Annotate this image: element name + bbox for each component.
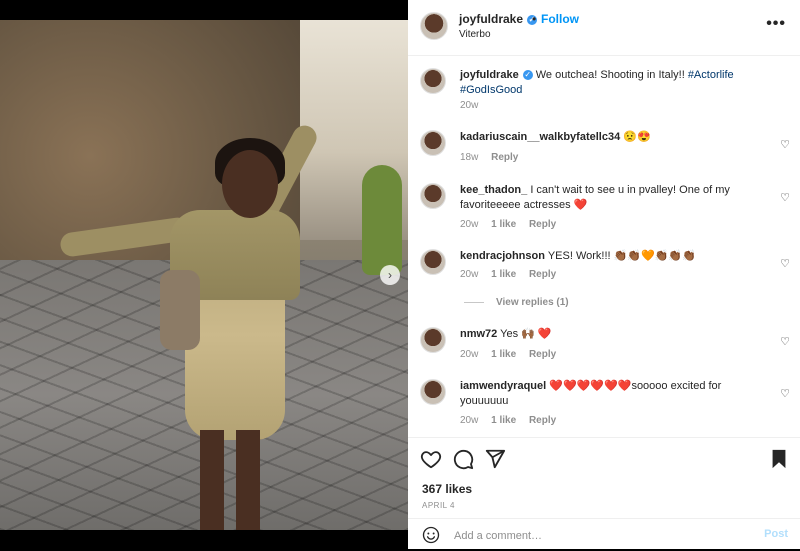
comment-meta: 20w 1 like Reply <box>460 349 566 360</box>
more-options-icon[interactable]: ••• <box>766 15 786 33</box>
post-comment-button[interactable]: Post <box>764 528 788 540</box>
avatar[interactable] <box>420 327 446 353</box>
avatar[interactable] <box>420 249 446 275</box>
comments-list[interactable]: joyfuldrake ✓ We outchea! Shooting in Ita… <box>408 56 800 436</box>
next-photo-button[interactable]: › <box>380 265 400 285</box>
comment-meta: 20w 1 like Reply <box>460 415 566 426</box>
reply-button[interactable]: Reply <box>529 269 556 280</box>
comment-bubble-icon[interactable] <box>452 448 474 470</box>
heart-outline-icon[interactable] <box>420 448 442 470</box>
post-media-pane: › <box>0 0 408 549</box>
photo-person-face <box>222 150 278 218</box>
username-text[interactable]: joyfuldrake <box>459 12 523 26</box>
reply-button[interactable]: Reply <box>529 415 556 426</box>
post-date[interactable]: APRIL 4 <box>422 501 455 510</box>
photo-background-person <box>362 165 402 275</box>
reply-button[interactable]: Reply <box>529 349 556 360</box>
follow-button[interactable]: Follow <box>541 12 579 26</box>
comment-time[interactable]: 18w <box>460 152 478 163</box>
post-header: joyfuldrake ✓ • Follow Viterbo ••• <box>408 0 800 56</box>
comment-meta: 20w 1 like Reply <box>460 219 566 230</box>
comment-username[interactable]: kee_thadon_ <box>460 184 527 196</box>
comment-like-icon[interactable]: ♡ <box>780 335 790 348</box>
post-location[interactable]: Viterbo <box>459 29 491 40</box>
comment-likes-count[interactable]: 1 like <box>491 219 516 230</box>
post-author-username[interactable]: joyfuldrake ✓ <box>459 12 538 26</box>
comment-input[interactable] <box>452 525 736 547</box>
reply-button[interactable]: Reply <box>491 152 518 163</box>
comment-text: iamwendyraquel ❤️❤️❤️❤️❤️❤️sooooo excite… <box>460 379 760 409</box>
comment-like-icon[interactable]: ♡ <box>780 257 790 270</box>
avatar[interactable] <box>420 379 446 405</box>
comment-text: kee_thadon_ I can't wait to see u in pva… <box>460 183 760 213</box>
avatar[interactable] <box>420 130 446 156</box>
comment-text: nmw72 Yes 🙌🏾 ❤️ <box>460 327 760 342</box>
caption-text: joyfuldrake ✓ We outchea! Shooting in Ita… <box>460 68 760 98</box>
comment-username[interactable]: iamwendyraquel <box>460 380 546 392</box>
verified-badge-icon: ✓ <box>522 70 533 81</box>
comment-like-icon[interactable]: ♡ <box>780 138 790 151</box>
comment-meta: 18w Reply <box>460 152 528 163</box>
avatar[interactable] <box>420 183 446 209</box>
bookmark-icon[interactable] <box>768 448 790 470</box>
comment-like-icon[interactable]: ♡ <box>780 191 790 204</box>
photo-person-bag <box>160 270 200 350</box>
hashtag-link[interactable]: #Actorlife <box>688 69 734 81</box>
avatar[interactable] <box>420 68 446 94</box>
photo-person-legs <box>200 430 260 530</box>
caption-body: We outchea! Shooting in Italy!! <box>535 69 688 81</box>
comment-username[interactable]: kendracjohnson <box>460 250 545 262</box>
comment-time[interactable]: 20w <box>460 219 478 230</box>
comment-body: YES! Work!!! 👏🏾👏🏾🧡👏🏾👏🏾👏🏾 <box>547 250 696 262</box>
comment-username[interactable]: kadariuscain__walkbyfatellc34 <box>460 131 620 143</box>
avatar[interactable] <box>420 12 448 40</box>
view-replies-button[interactable]: View replies (1) <box>464 297 569 308</box>
comment-likes-count[interactable]: 1 like <box>491 415 516 426</box>
separator-dot: • <box>532 12 537 26</box>
comment-time[interactable]: 20w <box>460 349 478 360</box>
caption-meta: 20w <box>460 100 488 111</box>
comment-likes-count[interactable]: 1 like <box>491 349 516 360</box>
smiley-icon[interactable] <box>422 526 440 544</box>
comment-likes-count[interactable]: 1 like <box>491 269 516 280</box>
hashtag-link[interactable]: #GodIsGood <box>460 84 522 96</box>
likes-count[interactable]: 367 likes <box>422 482 472 496</box>
add-comment-bar: Post <box>408 518 800 551</box>
comment-time[interactable]: 20w <box>460 415 478 426</box>
post-actions: 367 likes APRIL 4 Post <box>408 437 800 550</box>
comment-text: kadariuscain__walkbyfatellc34 😟😍 <box>460 130 760 145</box>
caption-time[interactable]: 20w <box>460 100 478 111</box>
comment-text: kendracjohnson YES! Work!!! 👏🏾👏🏾🧡👏🏾👏🏾👏🏾 <box>460 249 760 264</box>
comment-time[interactable]: 20w <box>460 269 478 280</box>
reply-button[interactable]: Reply <box>529 219 556 230</box>
post-sidebar: joyfuldrake ✓ • Follow Viterbo ••• joyful… <box>408 0 800 549</box>
comment-username[interactable]: nmw72 <box>460 328 497 340</box>
paper-plane-icon[interactable] <box>484 448 506 470</box>
caption-username[interactable]: joyfuldrake <box>460 69 519 81</box>
comment-like-icon[interactable]: ♡ <box>780 387 790 400</box>
comment-body: 😟😍 <box>623 131 651 143</box>
chevron-right-icon: › <box>388 268 392 282</box>
post-photo[interactable] <box>0 20 408 530</box>
comment-body: Yes 🙌🏾 ❤️ <box>500 328 552 340</box>
comment-meta: 20w 1 like Reply <box>460 269 566 280</box>
